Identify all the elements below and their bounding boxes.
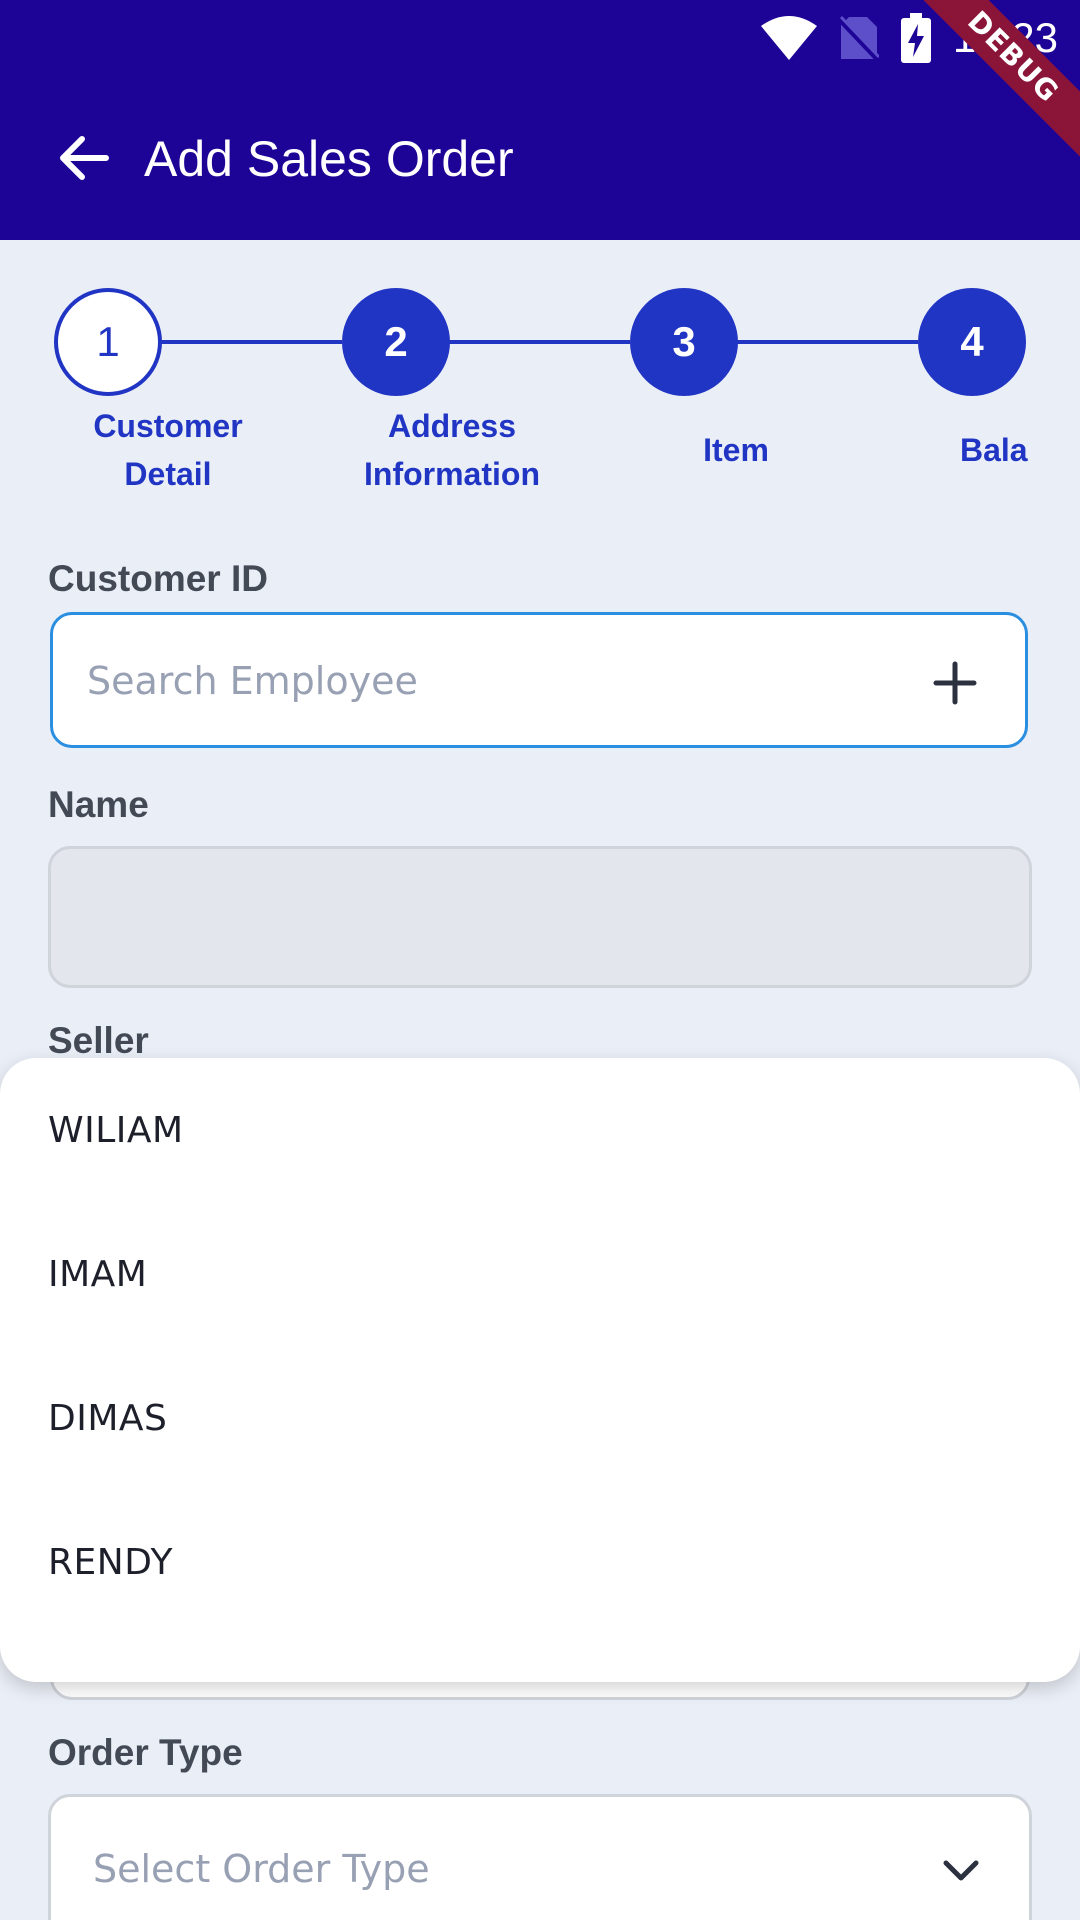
step-3-circle[interactable]: 3 [630,288,738,396]
chevron-down-icon [933,1843,989,1899]
seller-option-rendy[interactable]: RENDY [0,1490,1080,1634]
stepper-connector [736,340,918,344]
step-1-label-line2: Detail [124,456,212,492]
seller-option-wiliam[interactable]: WILIAM [0,1058,1080,1202]
step-2-label-line1: Address [387,408,517,444]
step-2-label: Address Information [346,402,558,498]
seller-option-dimas[interactable]: DIMAS [0,1346,1080,1490]
step-3-label-line1: Item [703,432,769,468]
stepper-connector [448,340,630,344]
customer-id-label: Customer ID [48,558,268,599]
step-1-circle[interactable]: 1 [54,288,162,396]
app-bar: 10:23 DEBUG Add Sales Order [0,0,1080,240]
step-4-label: Bala [960,426,1032,474]
step-2-label-line2: Information [364,456,540,492]
step-3-label: Item [636,426,836,474]
seller-option-imam[interactable]: IMAM [0,1202,1080,1346]
order-type-placeholder: Select Order Type [93,1847,430,1891]
add-customer-button[interactable] [925,653,985,713]
seller-dropdown-menu: WILIAM IMAM DIMAS RENDY [0,1058,1080,1682]
wifi-icon [760,16,817,60]
name-field [48,846,1032,988]
back-button[interactable] [52,126,116,190]
battery-charging-icon [900,13,931,63]
customer-id-field[interactable] [50,612,1028,748]
seller-label: Seller [48,1020,149,1061]
customer-search-input[interactable] [87,651,847,711]
step-2-circle[interactable]: 2 [342,288,450,396]
stepper-connector [160,340,342,344]
step-4-label-line1: Bala [960,432,1028,468]
name-label: Name [48,784,149,825]
order-type-label: Order Type [48,1732,243,1773]
order-type-select[interactable]: Select Order Type [48,1794,1032,1920]
page-title: Add Sales Order [144,131,514,187]
no-sim-icon [838,15,879,61]
arrow-left-icon [60,136,109,180]
step-1-label: Customer Detail [68,402,268,498]
plus-icon [933,661,977,705]
step-1-label-line1: Customer [93,408,243,444]
step-4-circle[interactable]: 4 [918,288,1026,396]
